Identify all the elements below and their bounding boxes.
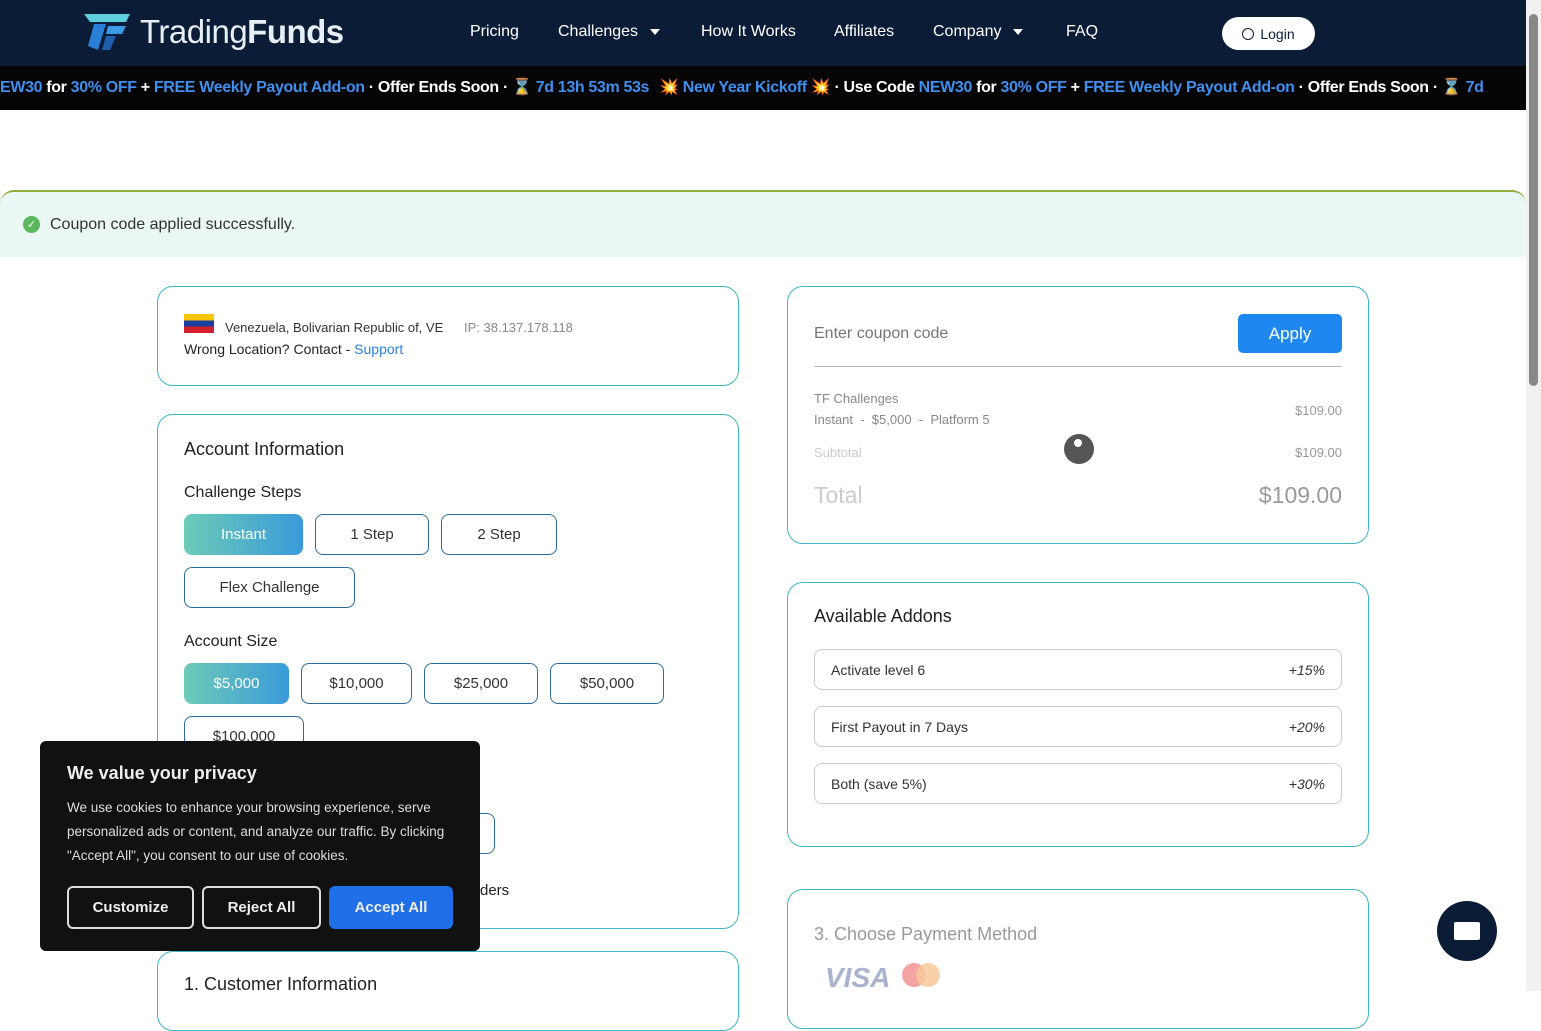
alert-message: Coupon code applied successfully. bbox=[50, 215, 296, 233]
venezuela-flag-icon bbox=[184, 314, 214, 333]
step-2-step[interactable]: 2 Step bbox=[441, 514, 557, 555]
step-instant[interactable]: Instant bbox=[184, 514, 303, 555]
location-country: Venezuela, Bolivarian Republic of, VE bbox=[225, 320, 444, 335]
addons-card: Available Addons Activate level 6 +15% Fi… bbox=[787, 582, 1369, 847]
subtotal-value: $109.00 bbox=[1295, 445, 1342, 460]
login-button[interactable]: Login bbox=[1222, 17, 1315, 50]
addon-first-payout-7-days[interactable]: First Payout in 7 Days +20% bbox=[814, 706, 1342, 747]
challenge-steps-label: Challenge Steps bbox=[184, 484, 302, 501]
customer-info-card: 1. Customer Information bbox=[157, 951, 739, 1031]
nav-affiliates[interactable]: Affiliates bbox=[834, 23, 894, 41]
wrong-location-text: Wrong Location? Contact - bbox=[184, 341, 355, 357]
reject-all-button[interactable]: Reject All bbox=[202, 886, 321, 929]
chat-bubble-icon bbox=[1454, 922, 1480, 940]
nav-faq[interactable]: FAQ bbox=[1066, 23, 1098, 41]
payment-method-title: 3. Choose Payment Method bbox=[814, 924, 1038, 944]
size-5000[interactable]: $5,000 bbox=[184, 663, 289, 704]
vertical-scrollbar[interactable] bbox=[1526, 0, 1541, 991]
success-alert: ✓ Coupon code applied successfully. bbox=[0, 190, 1526, 257]
user-icon bbox=[1242, 27, 1255, 40]
cookie-body: We use cookies to enhance your browsing … bbox=[67, 800, 445, 863]
logo-icon bbox=[84, 14, 130, 50]
customer-info-title: 1. Customer Information bbox=[184, 974, 378, 994]
chat-button[interactable] bbox=[1437, 901, 1497, 961]
step-1-step[interactable]: 1 Step bbox=[315, 514, 429, 555]
check-circle-icon: ✓ bbox=[23, 216, 40, 233]
visa-logo: VISA bbox=[825, 962, 891, 993]
ticker-countdown-repeat: ⌛ 7d bbox=[1441, 79, 1484, 96]
location-card: Venezuela, Bolivarian Republic of, VE IP… bbox=[157, 286, 739, 386]
top-navbar: TradingFunds Pricing Challenges How It W… bbox=[0, 0, 1526, 66]
nav-company[interactable]: Company bbox=[933, 23, 1024, 41]
accept-all-button[interactable]: Accept All bbox=[329, 886, 453, 929]
order-summary-card: Apply TF Challenges Instant - $5,000 - P… bbox=[787, 286, 1369, 544]
promo-ticker: EW30 for 30% OFF + FREE Weekly Payout Ad… bbox=[0, 66, 1526, 110]
product-detail: Instant - $5,000 - Platform 5 bbox=[814, 412, 990, 427]
nav-how-it-works[interactable]: How It Works bbox=[701, 23, 796, 41]
payment-method-card: 3. Choose Payment Method VISA bbox=[787, 889, 1369, 1029]
account-info-title: Account Information bbox=[184, 439, 345, 459]
brand-logo[interactable]: TradingFunds bbox=[80, 12, 344, 52]
addons-title: Available Addons bbox=[814, 606, 952, 626]
size-50000[interactable]: $50,000 bbox=[550, 663, 664, 704]
total-value: $109.00 bbox=[1258, 482, 1342, 508]
subtotal-label: Subtotal bbox=[814, 445, 862, 460]
partial-option-text: ders bbox=[480, 882, 510, 899]
account-size-label: Account Size bbox=[184, 633, 278, 650]
cookie-title: We value your privacy bbox=[67, 763, 257, 783]
apply-coupon-button[interactable]: Apply bbox=[1238, 314, 1342, 353]
divider bbox=[814, 366, 1342, 367]
nav-challenges[interactable]: Challenges bbox=[558, 23, 661, 41]
mastercard-logo bbox=[902, 963, 940, 987]
coupon-input[interactable] bbox=[814, 315, 1234, 353]
size-25000[interactable]: $25,000 bbox=[424, 663, 538, 704]
ip-address: IP: 38.137.178.118 bbox=[464, 320, 573, 335]
addon-both[interactable]: Both (save 5%) +30% bbox=[814, 763, 1342, 804]
nav-pricing[interactable]: Pricing bbox=[470, 23, 519, 41]
loading-spinner-icon bbox=[1064, 434, 1094, 464]
customize-button[interactable]: Customize bbox=[67, 886, 194, 929]
brand-name-bold: Funds bbox=[247, 13, 344, 50]
chevron-down-icon bbox=[650, 29, 661, 35]
support-link[interactable]: Support bbox=[354, 341, 403, 357]
step-flex-challenge[interactable]: Flex Challenge bbox=[184, 567, 355, 608]
product-price: $109.00 bbox=[1295, 403, 1342, 418]
scrollbar-thumb[interactable] bbox=[1529, 14, 1538, 386]
total-label: Total bbox=[814, 482, 863, 508]
brand-name-light: Trading bbox=[140, 13, 248, 50]
cookie-consent-banner: We value your privacy We use cookies to … bbox=[40, 741, 480, 951]
chevron-down-icon bbox=[1013, 29, 1024, 35]
addon-activate-level-6[interactable]: Activate level 6 +15% bbox=[814, 649, 1342, 690]
size-10000[interactable]: $10,000 bbox=[301, 663, 412, 704]
product-name: TF Challenges bbox=[814, 391, 899, 406]
